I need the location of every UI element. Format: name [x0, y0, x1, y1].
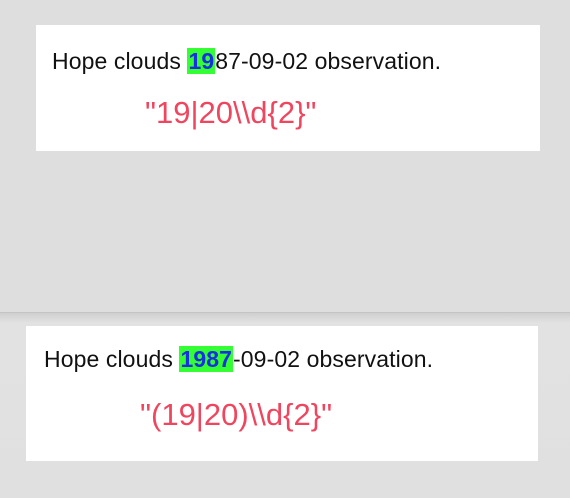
top-pane: Hope clouds 1987-09-02 observation. "19|…	[0, 0, 570, 312]
top-regex-pattern: "19|20\\d{2}"	[145, 95, 317, 130]
top-sentence: Hope clouds 1987-09-02 observation.	[52, 46, 441, 76]
bottom-match-highlight: 1987	[179, 346, 234, 372]
top-result-card: Hope clouds 1987-09-02 observation. "19|…	[36, 25, 540, 151]
top-sentence-before: Hope clouds	[52, 48, 188, 74]
bottom-result-card: Hope clouds 1987-09-02 observation. "(19…	[26, 326, 538, 461]
bottom-sentence-before: Hope clouds	[44, 346, 180, 372]
bottom-sentence: Hope clouds 1987-09-02 observation.	[44, 344, 433, 374]
top-match-highlight: 19	[187, 48, 216, 74]
bottom-sentence-after: -09-02 observation.	[233, 346, 434, 372]
bottom-regex-pattern: "(19|20)\\d{2}"	[140, 397, 333, 432]
top-sentence-after: 87-09-02 observation.	[215, 48, 442, 74]
